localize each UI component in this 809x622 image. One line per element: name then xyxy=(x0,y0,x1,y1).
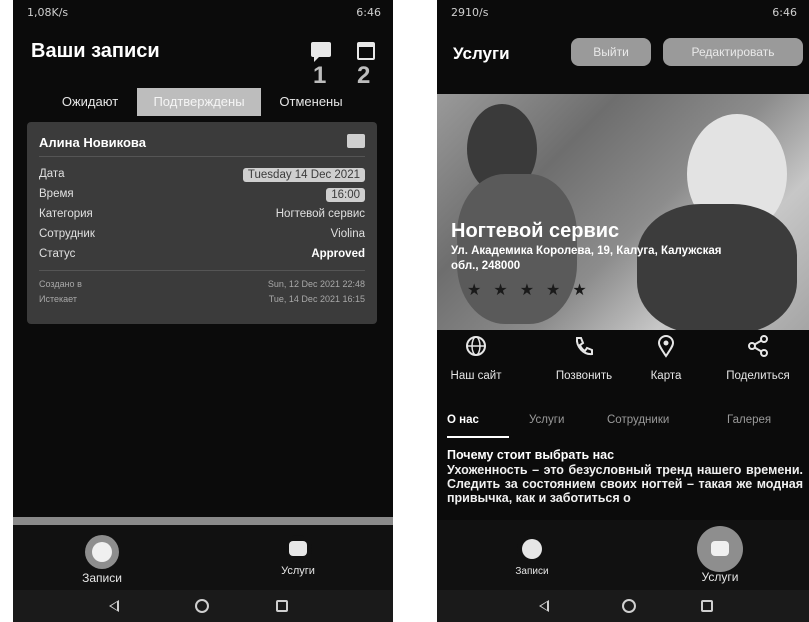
row-label: Создано в xyxy=(39,279,82,289)
annotation-number-1: 1 xyxy=(313,62,327,89)
hero-image: Ногтевой сервис Ул. Академика Королева, … xyxy=(437,94,809,330)
row-created: Создано в Sun, 12 Dec 2021 22:48 xyxy=(39,277,365,291)
status-speed: 2910/s xyxy=(451,6,489,19)
nav-services-label[interactable]: Услуги xyxy=(670,570,770,584)
action-row: Наш сайт Позвонить Карта Поделиться xyxy=(437,334,809,400)
rating-stars: ★★★★★ xyxy=(467,282,599,299)
share-action[interactable]: Поделиться xyxy=(713,334,803,382)
status-bar: 2910/s 6:46 xyxy=(437,0,809,22)
nav-bookings-label[interactable]: Записи xyxy=(52,571,152,585)
nav-bookings-button[interactable] xyxy=(85,535,119,569)
row-label: Дата xyxy=(39,168,65,180)
category-value: Ногтевой сервис xyxy=(275,208,365,220)
chat-icon[interactable] xyxy=(311,42,333,62)
back-icon[interactable] xyxy=(539,600,549,612)
about-heading: Почему стоит выбрать нас xyxy=(447,448,615,462)
status-speed: 1,08K/s xyxy=(27,6,69,19)
row-label: Истекает xyxy=(39,294,77,304)
globe-icon xyxy=(464,334,488,358)
row-label: Время xyxy=(39,188,74,200)
message-icon[interactable] xyxy=(347,134,365,148)
salon-title: Ногтевой сервис xyxy=(451,220,620,242)
tab-services[interactable]: Услуги xyxy=(529,410,564,438)
website-action[interactable]: Наш сайт xyxy=(437,334,521,382)
row-status: Статус Approved xyxy=(39,246,365,264)
bottom-nav: Записи Услуги xyxy=(437,520,809,590)
home-icon[interactable] xyxy=(622,599,636,613)
system-nav-bar xyxy=(13,590,393,622)
divider xyxy=(39,156,365,157)
store-icon xyxy=(289,541,307,556)
page-title: Услуги xyxy=(453,44,510,63)
recents-icon[interactable] xyxy=(701,600,713,612)
nav-services-button[interactable] xyxy=(697,526,743,572)
time-value: 16:00 xyxy=(326,188,365,202)
back-icon[interactable] xyxy=(109,600,119,612)
phone-icon xyxy=(572,334,596,358)
history-icon xyxy=(92,542,112,562)
annotation-number-2: 2 xyxy=(357,62,371,89)
edit-button[interactable]: Редактировать xyxy=(663,38,803,66)
phone-screen-services: 2910/s 6:46 Услуги Выйти Редактировать Н… xyxy=(437,0,809,622)
recents-icon[interactable] xyxy=(276,600,288,612)
share-icon xyxy=(746,334,770,358)
phone-screen-bookings: 1,08K/s 6:46 Ваши записи 1 2 Ожидают Под… xyxy=(13,0,393,622)
tab-pending[interactable]: Ожидают xyxy=(47,88,133,116)
tab-staff[interactable]: Сотрудники xyxy=(607,410,669,438)
date-value: Tuesday 14 Dec 2021 xyxy=(242,168,365,182)
row-date: Дата Tuesday 14 Dec 2021 xyxy=(39,166,365,184)
store-icon xyxy=(711,541,729,556)
home-icon[interactable] xyxy=(195,599,209,613)
expires-value: Tue, 14 Dec 2021 16:15 xyxy=(268,294,365,304)
bottom-nav: Записи Услуги xyxy=(13,525,393,590)
divider xyxy=(39,270,365,271)
nav-services-label[interactable]: Услуги xyxy=(248,565,348,577)
call-label: Позвонить xyxy=(555,370,613,382)
map-action[interactable]: Карта xyxy=(621,334,711,382)
divider xyxy=(13,517,393,525)
about-text: Ухоженность – это безусловный тренд наше… xyxy=(447,463,803,505)
status-time: 6:46 xyxy=(356,6,381,19)
status-time: 6:46 xyxy=(772,6,797,19)
call-action[interactable]: Позвонить xyxy=(539,334,629,382)
share-label: Поделиться xyxy=(726,370,790,382)
booking-card[interactable]: Алина Новикова Дата Tuesday 14 Dec 2021 … xyxy=(27,122,377,324)
tab-about[interactable]: О нас xyxy=(447,410,509,438)
row-time: Время 16:00 xyxy=(39,186,365,204)
employee-value: Violina xyxy=(330,228,365,240)
created-value: Sun, 12 Dec 2021 22:48 xyxy=(267,279,365,289)
logout-button[interactable]: Выйти xyxy=(571,38,651,66)
status-bar: 1,08K/s 6:46 xyxy=(13,0,393,22)
row-label: Сотрудник xyxy=(39,228,95,240)
history-icon xyxy=(522,539,542,559)
row-expires: Истекает Tue, 14 Dec 2021 16:15 xyxy=(39,292,365,306)
nav-bookings-label[interactable]: Записи xyxy=(482,566,582,577)
row-label: Статус xyxy=(39,248,76,260)
row-category: Категория Ногтевой сервис xyxy=(39,206,365,224)
website-label: Наш сайт xyxy=(450,370,502,382)
tab-cancelled[interactable]: Отменены xyxy=(269,88,353,116)
map-pin-icon xyxy=(654,334,678,358)
map-label: Карта xyxy=(650,370,682,382)
salon-address: Ул. Академика Королева, 19, Калуга, Калу… xyxy=(451,245,722,272)
row-label: Категория xyxy=(39,208,93,220)
nav-bookings-button[interactable] xyxy=(517,534,547,564)
tab-confirmed[interactable]: Подтверждены xyxy=(137,88,261,116)
salon-info-tabs: О нас Услуги Сотрудники Галерея xyxy=(437,410,809,440)
client-name: Алина Новикова xyxy=(39,135,146,150)
page-title: Ваши записи xyxy=(31,40,160,62)
nav-services-button[interactable] xyxy=(284,535,312,563)
tab-gallery[interactable]: Галерея xyxy=(727,410,771,438)
status-value: Approved xyxy=(311,248,365,260)
calendar-icon[interactable] xyxy=(356,42,378,62)
booking-status-tabs: Ожидают Подтверждены Отменены xyxy=(13,88,393,116)
system-nav-bar xyxy=(437,590,809,622)
row-employee: Сотрудник Violina xyxy=(39,226,365,244)
